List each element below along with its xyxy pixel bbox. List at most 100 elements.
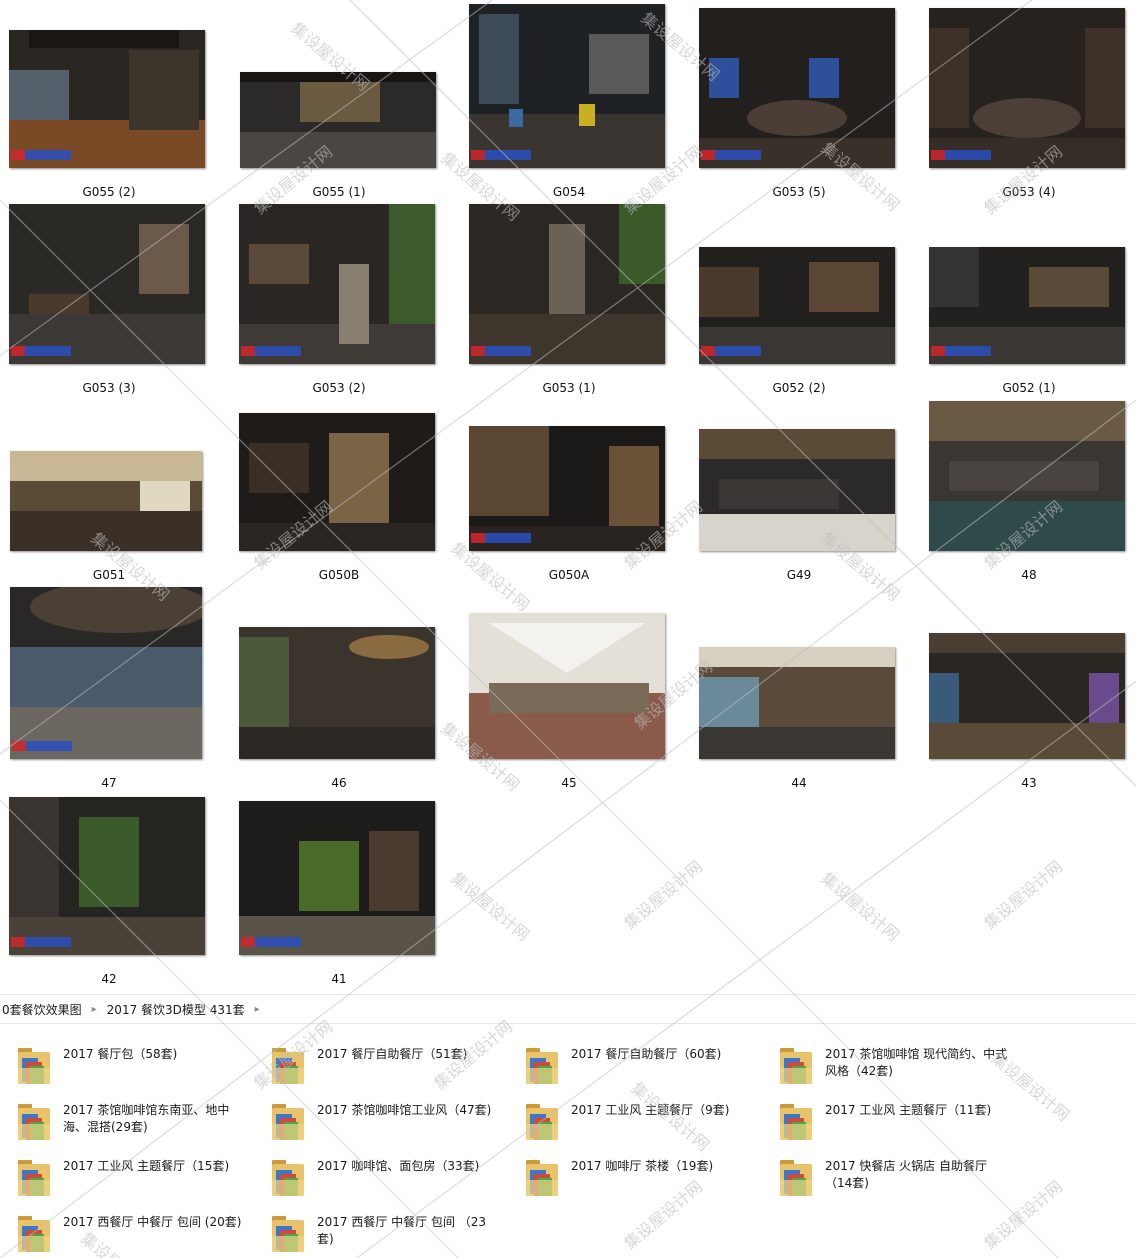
thumbnail-image bbox=[929, 247, 1125, 364]
thumbnail-image bbox=[9, 797, 205, 955]
thumbnail-image bbox=[239, 413, 435, 551]
folder-icon bbox=[18, 1160, 50, 1196]
thumbnail-item[interactable]: G050A bbox=[460, 391, 690, 587]
folder-item[interactable]: 2017 咖啡馆、面包房（33套) bbox=[254, 1146, 508, 1198]
thumbnail-image bbox=[239, 801, 435, 955]
thumbnail-item[interactable]: G050B bbox=[230, 391, 460, 587]
breadcrumb-item[interactable]: 0套餐饮效果图 bbox=[0, 1001, 84, 1018]
folder-item[interactable]: 2017 餐厅自助餐厅（51套) bbox=[254, 1034, 508, 1086]
folder-icon bbox=[18, 1104, 50, 1140]
thumbnail-label: G053 (5) bbox=[772, 185, 826, 199]
thumbnail-item[interactable]: 48 bbox=[920, 391, 1136, 587]
thumbnail-image bbox=[9, 30, 205, 168]
thumbnail-label: G051 bbox=[92, 568, 126, 582]
folder-item[interactable]: 2017 茶馆咖啡馆工业风（47套) bbox=[254, 1090, 508, 1142]
thumbnail-item[interactable]: G055 (1) bbox=[230, 8, 460, 204]
thumbnail-image bbox=[239, 627, 435, 759]
folder-item[interactable]: 2017 快餐店 火锅店 自助餐厅 （14套) bbox=[762, 1146, 1016, 1198]
thumbnail-image bbox=[699, 247, 895, 364]
folder-label: 2017 工业风 主题餐厅（11套) bbox=[825, 1103, 992, 1117]
thumbnail-item[interactable]: G49 bbox=[690, 391, 920, 587]
thumbnail-item[interactable]: G052 (2) bbox=[690, 204, 920, 400]
folder-item[interactable]: 2017 餐厅包（58套) bbox=[0, 1034, 254, 1086]
thumbnail-item[interactable]: G053 (4) bbox=[920, 8, 1136, 204]
thumbnail-item[interactable]: G052 (1) bbox=[920, 204, 1136, 400]
thumbnail-label: 47 bbox=[101, 776, 117, 790]
folder-label: 2017 餐厅自助餐厅（51套) bbox=[317, 1047, 468, 1061]
thumbnail-item[interactable]: 46 bbox=[230, 599, 460, 795]
thumbnail-label: 42 bbox=[101, 972, 117, 986]
folder-icon bbox=[526, 1048, 558, 1084]
folder-item[interactable]: 2017 西餐厅 中餐厅 包间 （23套) bbox=[254, 1202, 508, 1254]
thumbnail-image bbox=[929, 8, 1125, 168]
folder-item[interactable]: 2017 西餐厅 中餐厅 包间 (20套) bbox=[0, 1202, 254, 1254]
folder-icon bbox=[18, 1048, 50, 1084]
folder-icon bbox=[272, 1160, 304, 1196]
thumbnail-item[interactable]: G053 (5) bbox=[690, 8, 920, 204]
thumbnail-item[interactable]: G055 (2) bbox=[0, 8, 230, 204]
folder-item[interactable]: 2017 工业风 主题餐厅（15套) bbox=[0, 1146, 254, 1198]
folder-item[interactable]: 2017 咖啡厅 茶楼（19套) bbox=[508, 1146, 762, 1198]
thumbnail-image bbox=[469, 204, 665, 364]
chevron-right-icon[interactable]: ▸ bbox=[247, 1004, 268, 1015]
thumbnail-label: G050A bbox=[548, 568, 590, 582]
thumbnail-item[interactable]: 47 bbox=[0, 587, 230, 795]
thumbnail-item[interactable]: 42 bbox=[0, 795, 230, 991]
thumbnail-image bbox=[469, 4, 665, 168]
brand-logo-overlay bbox=[701, 346, 761, 356]
thumbnail-item[interactable]: G053 (1) bbox=[460, 204, 690, 400]
breadcrumb-item[interactable]: 2017 餐饮3D模型 431套 bbox=[105, 1001, 247, 1018]
brand-logo-overlay bbox=[11, 937, 71, 947]
thumbnail-item[interactable]: 44 bbox=[690, 599, 920, 795]
thumbnail-grid: G055 (2) G055 (1) G054 G053 (5) G053 (4) bbox=[0, 0, 1136, 990]
thumbnail-item[interactable]: 43 bbox=[920, 599, 1136, 795]
thumbnail-item[interactable]: 41 bbox=[230, 795, 460, 991]
folder-label: 2017 咖啡厅 茶楼（19套) bbox=[571, 1159, 714, 1173]
folder-icon bbox=[272, 1104, 304, 1140]
folder-label: 2017 茶馆咖啡馆工业风（47套) bbox=[317, 1103, 492, 1117]
brand-logo-overlay bbox=[241, 346, 301, 356]
chevron-right-icon[interactable]: ▸ bbox=[84, 1004, 105, 1015]
thumbnail-image bbox=[10, 587, 202, 759]
folder-item[interactable]: 2017 工业风 主题餐厅（11套) bbox=[762, 1090, 1016, 1142]
thumbnail-image bbox=[469, 426, 665, 551]
brand-logo-overlay bbox=[931, 346, 991, 356]
thumbnail-image bbox=[929, 633, 1125, 759]
thumbnail-item[interactable]: G053 (3) bbox=[0, 204, 230, 400]
thumbnail-item[interactable]: G054 bbox=[460, 4, 690, 204]
folder-list: 2017 餐厅包（58套) 2017 餐厅自助餐厅（51套) 2017 餐厅自助… bbox=[0, 1028, 1136, 1258]
folder-label: 2017 茶馆咖啡馆 现代简约、中式风格（42套) bbox=[825, 1047, 1008, 1078]
brand-logo-overlay bbox=[701, 150, 761, 160]
thumbnail-image bbox=[699, 429, 895, 551]
folder-label: 2017 咖啡馆、面包房（33套) bbox=[317, 1159, 480, 1173]
folder-item[interactable]: 2017 茶馆咖啡馆东南亚、地中海、混搭(29套) bbox=[0, 1090, 254, 1142]
folder-item[interactable]: 2017 工业风 主题餐厅（9套) bbox=[508, 1090, 762, 1142]
folder-icon bbox=[526, 1104, 558, 1140]
folder-item[interactable]: 2017 茶馆咖啡馆 现代简约、中式风格（42套) bbox=[762, 1034, 1016, 1086]
thumbnail-image bbox=[929, 401, 1125, 551]
folder-label: 2017 快餐店 火锅店 自助餐厅 （14套) bbox=[825, 1159, 987, 1190]
folder-label: 2017 工业风 主题餐厅（9套) bbox=[571, 1103, 730, 1117]
thumbnail-image bbox=[469, 613, 665, 759]
thumbnail-label: 44 bbox=[791, 776, 807, 790]
thumbnail-label: G055 (2) bbox=[82, 185, 136, 199]
brand-logo-overlay bbox=[11, 346, 71, 356]
thumbnail-item[interactable]: G053 (2) bbox=[230, 204, 460, 400]
folder-icon bbox=[780, 1048, 812, 1084]
thumbnail-image bbox=[10, 451, 202, 551]
thumbnail-label: G055 (1) bbox=[312, 185, 366, 199]
thumbnail-image bbox=[699, 647, 895, 759]
breadcrumb: 0套餐饮效果图 ▸ 2017 餐饮3D模型 431套 ▸ bbox=[0, 994, 1136, 1024]
thumbnail-image bbox=[699, 8, 895, 168]
folder-icon bbox=[272, 1048, 304, 1084]
thumbnail-label: G49 bbox=[786, 568, 812, 582]
thumbnail-label: G053 (4) bbox=[1002, 185, 1056, 199]
brand-logo-overlay bbox=[11, 150, 71, 160]
thumbnail-label: 43 bbox=[1021, 776, 1037, 790]
thumbnail-item[interactable]: G051 bbox=[0, 391, 230, 587]
thumbnail-label: 45 bbox=[561, 776, 577, 790]
thumbnail-item[interactable]: 45 bbox=[460, 599, 690, 795]
folder-label: 2017 西餐厅 中餐厅 包间 （23套) bbox=[317, 1215, 487, 1246]
folder-label: 2017 茶馆咖啡馆东南亚、地中海、混搭(29套) bbox=[63, 1103, 230, 1134]
folder-item[interactable]: 2017 餐厅自助餐厅（60套) bbox=[508, 1034, 762, 1086]
